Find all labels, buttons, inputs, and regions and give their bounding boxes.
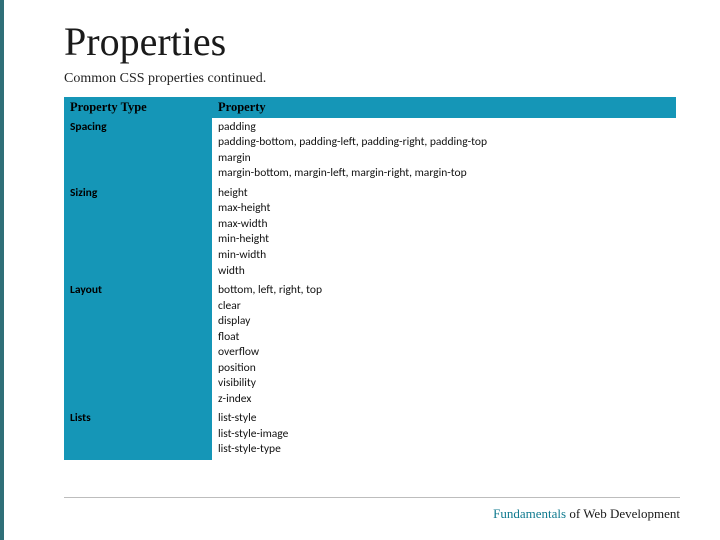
property-line: list-style xyxy=(218,411,670,427)
property-line: width xyxy=(218,264,670,280)
slide: Properties Common CSS properties continu… xyxy=(0,0,720,540)
footer-brand: Fundamentals xyxy=(493,506,566,521)
property-line: display xyxy=(218,314,670,330)
property-line: position xyxy=(218,361,670,377)
category-cell: Sizing xyxy=(64,184,212,281)
category-cell: Layout xyxy=(64,281,212,409)
table-header-row: Property Type Property xyxy=(64,97,676,118)
properties-cell: paddingpadding-bottom, padding-left, pad… xyxy=(212,118,676,184)
property-line: padding xyxy=(218,120,670,136)
property-line: margin xyxy=(218,151,670,167)
slide-title: Properties xyxy=(64,18,680,65)
property-line: bottom, left, right, top xyxy=(218,283,670,299)
header-property: Property xyxy=(212,97,676,118)
category-cell: Lists xyxy=(64,409,212,460)
slide-subtitle: Common CSS properties continued. xyxy=(64,71,680,87)
property-line: list-style-type xyxy=(218,442,670,458)
property-line: overflow xyxy=(218,345,670,361)
property-line: clear xyxy=(218,299,670,315)
properties-cell: bottom, left, right, topcleardisplayfloa… xyxy=(212,281,676,409)
property-line: z-index xyxy=(218,392,670,408)
footer-rest: of Web Development xyxy=(566,506,680,521)
table-row: Layoutbottom, left, right, topcleardispl… xyxy=(64,281,676,409)
property-line: padding-bottom, padding-left, padding-ri… xyxy=(218,135,670,151)
property-line: min-width xyxy=(218,248,670,264)
property-line: height xyxy=(218,186,670,202)
table-row: Sizingheightmax-heightmax-widthmin-heigh… xyxy=(64,184,676,281)
table-row: Spacingpaddingpadding-bottom, padding-le… xyxy=(64,118,676,184)
table-body: Spacingpaddingpadding-bottom, padding-le… xyxy=(64,118,676,460)
header-property-type: Property Type xyxy=(64,97,212,118)
properties-table: Property Type Property Spacingpaddingpad… xyxy=(64,97,676,460)
property-line: visibility xyxy=(218,376,670,392)
property-line: list-style-image xyxy=(218,427,670,443)
properties-cell: list-stylelist-style-imagelist-style-typ… xyxy=(212,409,676,460)
footer-text: Fundamentals of Web Development xyxy=(493,506,680,522)
property-line: min-height xyxy=(218,232,670,248)
property-line: margin-bottom, margin-left, margin-right… xyxy=(218,166,670,182)
property-line: max-height xyxy=(218,201,670,217)
category-cell: Spacing xyxy=(64,118,212,184)
property-line: float xyxy=(218,330,670,346)
property-line: max-width xyxy=(218,217,670,233)
footer-rule xyxy=(64,497,680,498)
properties-cell: heightmax-heightmax-widthmin-heightmin-w… xyxy=(212,184,676,281)
table-row: Listslist-stylelist-style-imagelist-styl… xyxy=(64,409,676,460)
